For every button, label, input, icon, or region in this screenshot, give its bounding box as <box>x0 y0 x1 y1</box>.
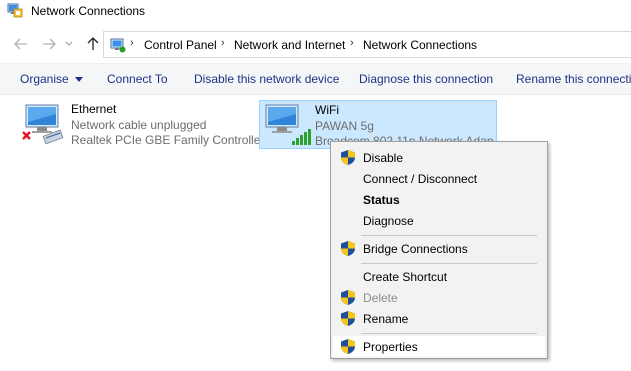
uac-shield-icon <box>341 290 355 305</box>
navigation-row: › Control Panel › Network and Internet ›… <box>0 30 631 58</box>
breadcrumb-network-and-internet[interactable]: Network and Internet <box>234 38 345 52</box>
menu-item-connect-disconnect[interactable]: Connect / Disconnect <box>333 168 545 189</box>
organise-label: Organise <box>20 72 69 86</box>
menu-item-label: Connect / Disconnect <box>363 172 478 186</box>
back-button[interactable] <box>12 35 30 53</box>
menu-item-disable[interactable]: Disable <box>333 147 545 168</box>
uac-shield-icon <box>341 150 355 165</box>
wifi-adapter-icon <box>265 104 311 145</box>
menu-item-properties[interactable]: Properties <box>333 336 545 357</box>
menu-item-label: Status <box>363 193 400 207</box>
breadcrumb-network-connections[interactable]: Network Connections <box>363 38 477 52</box>
connection-device: Realtek PCIe GBE Family Controller <box>71 133 265 147</box>
forward-button[interactable] <box>40 35 58 53</box>
control-panel-icon <box>110 38 126 53</box>
menu-item-bridge-connections[interactable]: Bridge Connections <box>333 238 545 259</box>
arrow-up-icon <box>87 37 99 50</box>
menu-separator <box>361 333 537 334</box>
ethernet-adapter-icon <box>22 104 64 145</box>
rename-connection-button[interactable]: Rename this connectio <box>516 72 631 86</box>
context-menu: Disable Connect / Disconnect Status Diag… <box>330 141 548 359</box>
uac-shield-icon <box>341 241 355 256</box>
window-title: Network Connections <box>31 4 146 18</box>
up-button[interactable] <box>84 35 102 53</box>
connection-status: Network cable unplugged <box>71 118 207 132</box>
menu-item-create-shortcut[interactable]: Create Shortcut <box>333 266 545 287</box>
breadcrumb-separator: › <box>221 37 225 49</box>
uac-shield-icon <box>341 339 355 354</box>
recent-locations-button[interactable] <box>63 35 75 53</box>
uac-shield-icon <box>341 311 355 326</box>
connection-item-ethernet[interactable]: Ethernet Network cable unplugged Realtek… <box>16 100 264 150</box>
menu-item-rename[interactable]: Rename <box>333 308 545 329</box>
breadcrumb-separator: › <box>350 37 354 49</box>
connect-to-button[interactable]: Connect To <box>107 72 168 86</box>
menu-item-label: Create Shortcut <box>363 270 448 284</box>
menu-separator <box>361 263 537 264</box>
title-bar: Network Connections <box>0 0 631 24</box>
menu-item-label: Diagnose <box>363 214 414 228</box>
menu-item-label: Disable <box>363 151 404 165</box>
connection-name: Ethernet <box>71 102 117 116</box>
disable-device-button[interactable]: Disable this network device <box>194 72 339 86</box>
chevron-down-icon <box>65 41 73 46</box>
address-bar[interactable]: › Control Panel › Network and Internet ›… <box>103 31 631 58</box>
breadcrumb-control-panel[interactable]: Control Panel <box>144 38 217 52</box>
network-connections-icon <box>7 3 23 18</box>
caret-down-icon <box>75 77 84 82</box>
menu-separator <box>361 235 537 236</box>
connection-status: PAWAN 5g <box>315 119 374 133</box>
menu-item-label: Delete <box>363 291 398 305</box>
command-bar: Organise Connect To Disable this network… <box>0 63 631 95</box>
menu-item-label: Properties <box>363 340 418 354</box>
menu-item-diagnose[interactable]: Diagnose <box>333 210 545 231</box>
menu-item-label: Rename <box>363 312 409 326</box>
arrow-right-icon <box>43 38 56 50</box>
menu-item-label: Bridge Connections <box>363 242 468 256</box>
breadcrumb-separator: › <box>130 37 134 49</box>
menu-item-delete[interactable]: Delete <box>333 287 545 308</box>
connection-name: WiFi <box>315 103 339 117</box>
diagnose-connection-button[interactable]: Diagnose this connection <box>359 72 493 86</box>
arrow-left-icon <box>14 38 27 50</box>
organise-button[interactable]: Organise <box>20 72 84 86</box>
menu-item-status[interactable]: Status <box>333 189 545 210</box>
